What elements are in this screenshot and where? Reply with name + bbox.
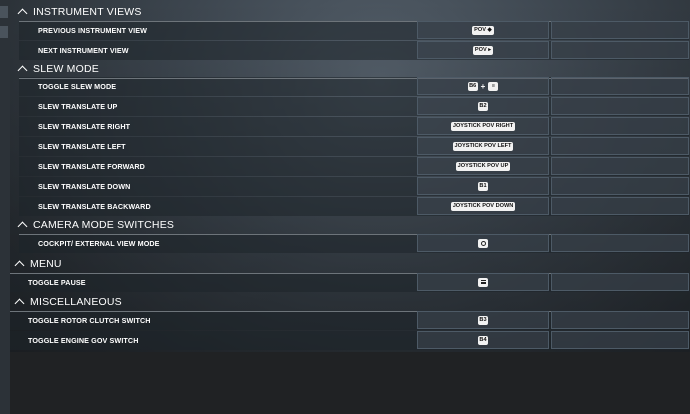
camera-switch-icon [478,238,488,248]
primary-binding-slot[interactable]: JOYSTICK POV UP [417,157,549,175]
binding-label: SLEW TRANSLATE FORWARD [38,162,145,171]
binding-label: COCKPIT/ EXTERNAL VIEW MODE [38,239,160,248]
binding-label: SLEW TRANSLATE LEFT [38,142,126,151]
button-b6-icon: B6 [467,81,478,91]
secondary-binding-slot[interactable] [551,177,689,195]
menu-glyph [480,280,486,284]
primary-binding-slot[interactable]: B6 + ≡ [417,77,549,95]
binding-row-toggle-pause[interactable]: TOGGLE PAUSE [10,273,689,292]
section-title: INSTRUMENT VIEWS [33,6,142,18]
primary-binding-slot[interactable]: B3 [417,311,549,329]
binding-key: JOYSTICK POV LEFT [452,141,514,151]
button-b2-icon: B2 [478,101,488,111]
pov-right-icon: POV ▸ [472,45,494,55]
binding-row-previous-instrument-view[interactable]: PREVIOUS INSTRUMENT VIEW POV ◆ [19,21,689,40]
chevron-up-icon [17,65,28,76]
secondary-binding-slot[interactable] [551,117,689,135]
secondary-binding-slot[interactable] [551,331,689,349]
primary-binding-slot[interactable]: JOYSTICK POV LEFT [417,137,549,155]
binding-label: SLEW TRANSLATE DOWN [38,182,131,191]
binding-key: JOYSTICK POV UP [455,161,511,171]
left-rail [0,0,10,414]
secondary-binding-slot[interactable] [551,234,689,252]
binding-label: NEXT INSTRUMENT VIEW [38,46,129,55]
section-title: MENU [30,258,62,270]
primary-binding-slot[interactable] [417,234,549,252]
section-header-instrument-views[interactable]: INSTRUMENT VIEWS [17,3,689,22]
secondary-binding-slot[interactable] [551,197,689,215]
chevron-up-icon [17,221,28,232]
primary-binding-slot[interactable] [417,273,549,291]
binding-row-slew-translate-down[interactable]: SLEW TRANSLATE DOWN B1 [19,177,689,196]
section-header-camera-mode-switches[interactable]: CAMERA MODE SWITCHES [17,216,689,235]
primary-binding-slot[interactable]: POV ◆ [417,21,549,39]
secondary-binding-slot[interactable] [551,41,689,59]
binding-label: TOGGLE ENGINE GOV SWITCH [28,336,139,345]
binding-row-toggle-engine-gov-switch[interactable]: TOGGLE ENGINE GOV SWITCH B4 [10,331,689,350]
secondary-binding-slot[interactable] [551,157,689,175]
primary-binding-slot[interactable]: B1 [417,177,549,195]
binding-row-toggle-rotor-clutch-switch[interactable]: TOGGLE ROTOR CLUTCH SWITCH B3 [10,311,689,330]
primary-binding-slot[interactable]: JOYSTICK POV DOWN [417,197,549,215]
binding-label: SLEW TRANSLATE BACKWARD [38,202,151,211]
binding-key: JOYSTICK POV DOWN [450,201,516,211]
binding-row-cockpit-external-view-mode[interactable]: COCKPIT/ EXTERNAL VIEW MODE [19,234,689,253]
rail-notch [0,26,8,38]
section-title: SLEW MODE [33,63,99,75]
plus-sign: + [480,81,486,91]
binding-label: SLEW TRANSLATE UP [38,102,118,111]
binding-row-toggle-slew-mode[interactable]: TOGGLE SLEW MODE B6 + ≡ [19,77,689,96]
camera-glyph [480,240,486,246]
secondary-binding-slot[interactable] [551,137,689,155]
binding-row-slew-translate-left[interactable]: SLEW TRANSLATE LEFT JOYSTICK POV LEFT [19,137,689,156]
primary-binding-slot[interactable]: JOYSTICK POV RIGHT [417,117,549,135]
secondary-binding-slot[interactable] [551,21,689,39]
primary-binding-slot[interactable]: B2 [417,97,549,115]
primary-binding-slot[interactable]: B4 [417,331,549,349]
binding-label: PREVIOUS INSTRUMENT VIEW [38,26,148,35]
button-b4-icon: B4 [478,335,488,345]
secondary-binding-slot[interactable] [551,97,689,115]
binding-row-slew-translate-right[interactable]: SLEW TRANSLATE RIGHT JOYSTICK POV RIGHT [19,117,689,136]
binding-row-slew-translate-forward[interactable]: SLEW TRANSLATE FORWARD JOYSTICK POV UP [19,157,689,176]
binding-row-slew-translate-up[interactable]: SLEW TRANSLATE UP B2 [19,97,689,116]
bottom-panel [10,352,690,414]
section-title: MISCELLANEOUS [30,296,122,308]
binding-key: JOYSTICK POV RIGHT [450,121,516,131]
button-b1-icon: B1 [478,181,488,191]
rail-notch [0,6,8,18]
chevron-up-icon [17,8,28,19]
binding-label: TOGGLE PAUSE [28,278,86,287]
binding-label: TOGGLE ROTOR CLUTCH SWITCH [28,316,151,325]
section-title: CAMERA MODE SWITCHES [33,219,175,231]
primary-binding-slot[interactable]: POV ▸ [417,41,549,59]
binding-label: SLEW TRANSLATE RIGHT [38,122,131,131]
menu-button-icon: ≡ [488,81,499,91]
chevron-up-icon [14,260,25,271]
secondary-binding-slot[interactable] [551,311,689,329]
binding-row-slew-translate-backward[interactable]: SLEW TRANSLATE BACKWARD JOYSTICK POV DOW… [19,197,689,216]
binding-row-next-instrument-view[interactable]: NEXT INSTRUMENT VIEW POV ▸ [19,41,689,60]
menu-icon [478,277,488,287]
section-header-miscellaneous[interactable]: MISCELLANEOUS [10,293,689,312]
section-header-menu[interactable]: MENU [10,255,689,274]
pov-left-icon: POV ◆ [472,25,494,35]
secondary-binding-slot[interactable] [551,273,689,291]
button-b3-icon: B3 [478,315,488,325]
secondary-binding-slot[interactable] [551,77,689,95]
chevron-up-icon [14,298,25,309]
binding-label: TOGGLE SLEW MODE [38,82,117,91]
